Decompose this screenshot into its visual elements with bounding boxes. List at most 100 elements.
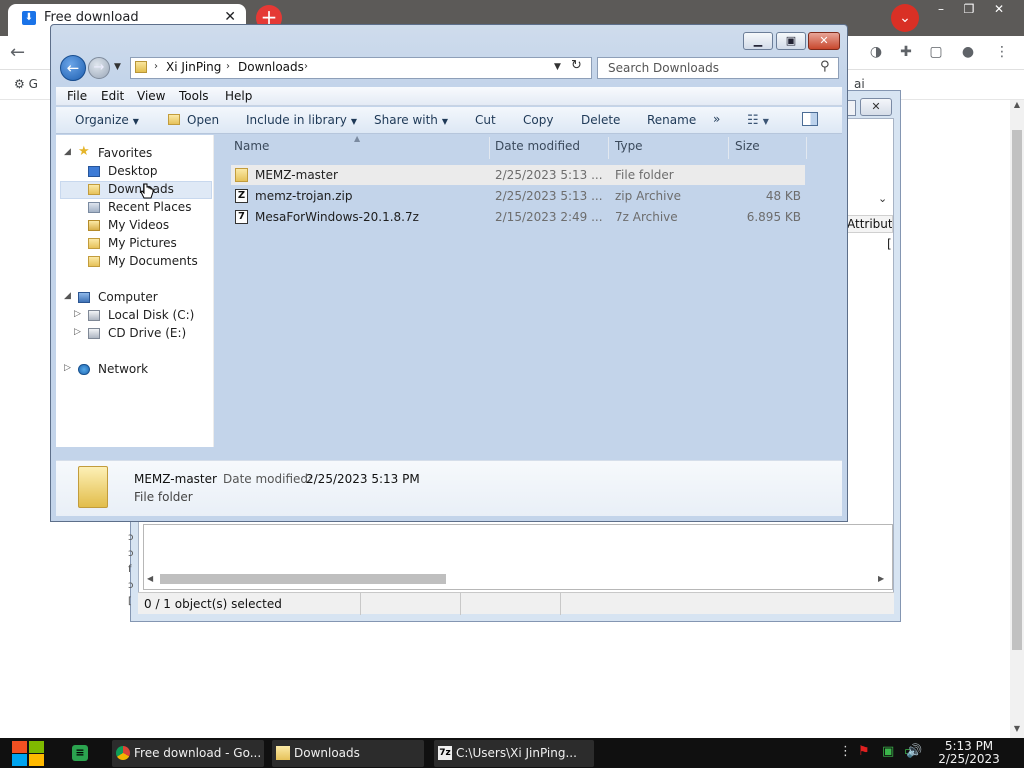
column-name[interactable]: Name bbox=[234, 139, 269, 159]
back-arrow-icon[interactable]: ← bbox=[60, 55, 86, 81]
column-separator[interactable] bbox=[608, 137, 609, 159]
clock[interactable]: 5:13 PM 2/25/2023 bbox=[934, 740, 1004, 766]
start-button[interactable] bbox=[10, 740, 44, 767]
chevron-down-icon[interactable]: ◢ bbox=[64, 147, 71, 157]
chevron-down-icon: ▼ bbox=[132, 117, 139, 126]
column-separator[interactable] bbox=[806, 137, 807, 159]
taskbar-app-7zip[interactable]: 7z C:\Users\Xi JinPing... bbox=[434, 740, 594, 767]
attribute-column-header[interactable]: Attribute bbox=[843, 215, 893, 233]
chevron-down-icon[interactable]: ⌄ bbox=[891, 4, 919, 32]
column-separator[interactable] bbox=[728, 137, 729, 159]
share-with-button[interactable]: Share with ▼ bbox=[374, 113, 448, 127]
tray-overflow-icon[interactable]: ⋮ bbox=[839, 744, 852, 759]
nav-my-documents[interactable]: My Documents bbox=[60, 253, 212, 271]
menu-file[interactable]: File bbox=[67, 89, 87, 103]
pinned-app-icon[interactable]: ≡ bbox=[72, 745, 88, 761]
close-icon[interactable]: ✕ bbox=[986, 0, 1012, 18]
scroll-up-icon[interactable]: ▲ bbox=[1010, 100, 1024, 109]
close-button[interactable]: ✕ bbox=[808, 32, 840, 50]
scroll-right-icon[interactable]: ▶ bbox=[878, 574, 884, 583]
search-box[interactable] bbox=[597, 57, 839, 79]
nav-label: My Documents bbox=[108, 254, 198, 268]
nav-desktop[interactable]: Desktop bbox=[60, 163, 212, 181]
chevron-down-icon[interactable]: ⌄ bbox=[878, 192, 887, 205]
nav-recent-places[interactable]: Recent Places bbox=[60, 199, 212, 217]
chevron-down-icon[interactable]: ◢ bbox=[64, 291, 71, 301]
nav-network[interactable]: ▷ Network bbox=[60, 361, 212, 379]
lens-icon[interactable]: ◑ bbox=[868, 44, 884, 60]
taskbar-app-label: Free download - Go... bbox=[134, 746, 262, 760]
profile-icon[interactable]: ● bbox=[960, 44, 976, 60]
include-in-library-button[interactable]: Include in library ▼ bbox=[246, 113, 357, 127]
minimize-icon[interactable]: – bbox=[928, 0, 954, 18]
breadcrumb-downloads[interactable]: Downloads bbox=[238, 60, 304, 74]
forward-arrow-icon[interactable]: → bbox=[88, 57, 110, 79]
network-tray-icon[interactable]: ▣ bbox=[882, 744, 894, 759]
menu-help[interactable]: Help bbox=[225, 89, 252, 103]
file-row[interactable]: Z memz-trojan.zip 2/25/2023 5:13 ... zip… bbox=[231, 186, 805, 206]
column-separator[interactable] bbox=[489, 137, 490, 159]
menu-dots-icon[interactable]: ⋮ bbox=[994, 44, 1010, 60]
copy-button[interactable]: Copy bbox=[523, 113, 553, 127]
bookmark-item[interactable]: ⚙ G bbox=[14, 77, 38, 91]
views-icon[interactable]: ☷ ▼ bbox=[747, 113, 769, 128]
organize-button[interactable]: Organize ▼ bbox=[75, 113, 139, 127]
nav-computer[interactable]: ◢ Computer bbox=[60, 289, 212, 307]
menu-edit[interactable]: Edit bbox=[101, 89, 124, 103]
delete-button[interactable]: Delete bbox=[581, 113, 620, 127]
background-window-close-button[interactable]: ✕ bbox=[860, 98, 892, 116]
more-commands-button[interactable]: » bbox=[713, 112, 720, 126]
chevron-right-icon[interactable]: › bbox=[226, 61, 230, 72]
back-arrow-icon[interactable]: ← bbox=[10, 42, 25, 63]
nav-local-disk[interactable]: ▷ Local Disk (C:) bbox=[60, 307, 212, 325]
open-button[interactable]: Open bbox=[187, 113, 219, 127]
maximize-button[interactable]: ▣ bbox=[776, 32, 806, 50]
nav-downloads[interactable]: Downloads bbox=[60, 181, 212, 199]
menu-view[interactable]: View bbox=[137, 89, 165, 103]
speaker-icon[interactable]: 🔊 bbox=[906, 744, 922, 759]
search-icon[interactable]: ⚲ bbox=[820, 59, 830, 74]
nav-favorites[interactable]: ◢ ★ Favorites bbox=[60, 144, 212, 163]
extensions-icon[interactable]: ✚ bbox=[898, 44, 914, 60]
page-scrollbar-thumb[interactable] bbox=[1012, 130, 1022, 650]
nav-label: Favorites bbox=[98, 146, 153, 160]
folder-icon bbox=[168, 114, 180, 125]
preview-pane-icon[interactable] bbox=[802, 112, 818, 126]
restore-icon[interactable]: ❐ bbox=[956, 0, 982, 18]
chevron-right-icon[interactable]: ▷ bbox=[64, 363, 71, 373]
windows-logo-icon bbox=[29, 754, 44, 766]
nav-my-pictures[interactable]: My Pictures bbox=[60, 235, 212, 253]
bookmark-item[interactable]: ai bbox=[854, 77, 865, 91]
scroll-down-icon[interactable]: ▼ bbox=[1010, 724, 1024, 733]
refresh-icon[interactable]: ↻ bbox=[571, 58, 582, 73]
column-size[interactable]: Size bbox=[735, 139, 760, 159]
cut-button[interactable]: Cut bbox=[475, 113, 496, 127]
file-row[interactable]: MEMZ-master 2/25/2023 5:13 ... File fold… bbox=[231, 165, 805, 185]
close-icon[interactable]: ✕ bbox=[224, 9, 236, 25]
search-input[interactable] bbox=[598, 58, 814, 78]
chevron-down-icon[interactable]: ▼ bbox=[554, 62, 561, 72]
chevron-right-icon[interactable]: › bbox=[304, 61, 308, 72]
nav-my-videos[interactable]: My Videos bbox=[60, 217, 212, 235]
chevron-right-icon[interactable]: › bbox=[154, 61, 158, 72]
rename-button[interactable]: Rename bbox=[647, 113, 696, 127]
taskbar-app-explorer[interactable]: Downloads bbox=[272, 740, 424, 767]
scroll-left-icon[interactable]: ◀ bbox=[147, 574, 153, 583]
minimize-button[interactable]: ▁ bbox=[743, 32, 773, 50]
column-type[interactable]: Type bbox=[615, 139, 643, 159]
chevron-right-icon[interactable]: ▷ bbox=[74, 327, 81, 337]
menu-tools[interactable]: Tools bbox=[179, 89, 209, 103]
recent-pages-icon[interactable]: ▼ bbox=[114, 62, 121, 72]
nav-label: My Videos bbox=[108, 218, 170, 232]
desktop-icon bbox=[88, 166, 100, 177]
file-size: 6.895 KB bbox=[746, 210, 801, 224]
breadcrumb-user[interactable]: Xi JinPing bbox=[166, 60, 221, 74]
flag-icon[interactable]: ⚑ bbox=[858, 744, 870, 759]
side-panel-icon[interactable]: ▢ bbox=[928, 44, 944, 60]
horizontal-scrollbar-thumb[interactable] bbox=[160, 574, 446, 584]
chevron-right-icon[interactable]: ▷ bbox=[74, 309, 81, 319]
nav-cd-drive[interactable]: ▷ CD Drive (E:) bbox=[60, 325, 212, 343]
taskbar-app-chrome[interactable]: Free download - Go... bbox=[112, 740, 264, 767]
file-row[interactable]: 7 MesaForWindows-20.1.8.7z 2/15/2023 2:4… bbox=[231, 207, 805, 227]
column-date-modified[interactable]: Date modified bbox=[495, 139, 580, 159]
